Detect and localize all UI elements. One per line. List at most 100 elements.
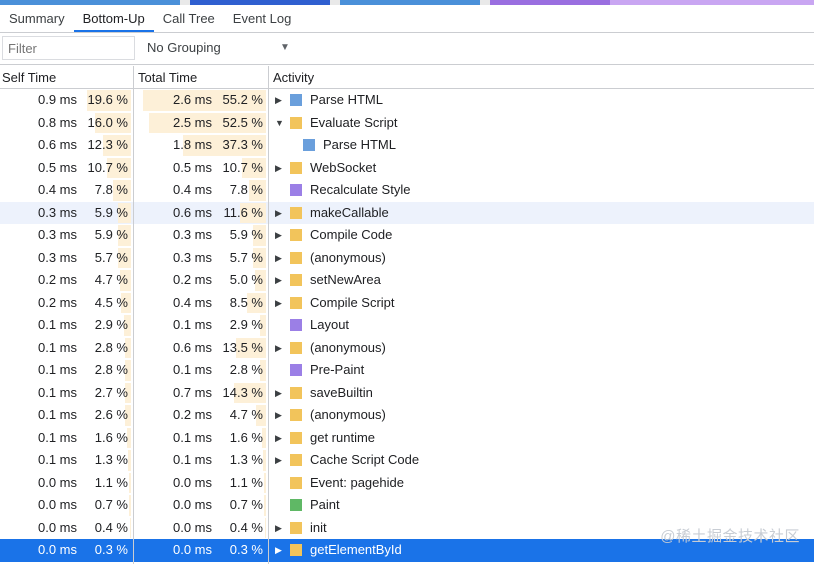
table-row[interactable]: 0.1 ms 2.9 % 0.1 ms 2.9 % Layout [0,314,814,337]
total-time-cell: 0.1 ms 1.6 % [136,427,266,450]
table-row[interactable]: 0.1 ms 2.8 % 0.6 ms 13.5 % ▶ (anonymous) [0,337,814,360]
activity-name: Layout [310,317,350,332]
self-time-ms: 0.3 ms [37,204,77,220]
total-time-percent: 14.3 % [222,384,263,400]
expand-triangle-icon[interactable]: ▶ [275,89,285,112]
self-time-percent: 10.7 % [87,159,128,175]
expand-triangle-icon[interactable]: ▶ [275,202,285,225]
total-time-percent: 8.5 % [229,294,263,310]
total-time-cell: 0.1 ms 2.8 % [136,359,266,382]
scripting-category-swatch-icon [290,476,302,489]
expand-triangle-icon[interactable]: ▶ [275,337,285,360]
table-row[interactable]: 0.5 ms 10.7 % 0.5 ms 10.7 % ▶ WebSocket [0,157,814,180]
scripting-category-swatch-icon [290,341,302,354]
expand-triangle-icon[interactable]: ▶ [275,292,285,315]
table-row[interactable]: 0.2 ms 4.5 % 0.4 ms 8.5 % ▶ Compile Script [0,292,814,315]
total-time-cell: 0.4 ms 7.8 % [136,179,266,202]
table-row[interactable]: 0.1 ms 2.6 % 0.2 ms 4.7 % ▶ (anonymous) [0,404,814,427]
activity-name: Event: pagehide [310,474,404,490]
self-time-cell: 0.0 ms 1.1 % [0,472,131,495]
total-time-cell: 0.0 ms 0.4 % [136,517,266,540]
activity-name: (anonymous) [310,407,386,422]
toolbar: No Grouping ▼ [0,33,814,65]
column-divider[interactable] [268,66,269,564]
column-header-self-time[interactable]: Self Time [0,66,132,88]
column-divider[interactable] [133,66,134,564]
expand-triangle-icon[interactable]: ▶ [275,517,285,540]
table-row[interactable]: 0.1 ms 2.7 % 0.7 ms 14.3 % ▶ saveBuiltin [0,382,814,405]
activity-name: Compile Script [310,294,395,310]
table-header: Self Time Total Time Activity [0,66,814,89]
expand-triangle-icon[interactable]: ▶ [275,247,285,270]
table-row[interactable]: 0.0 ms 0.7 % 0.0 ms 0.7 % Paint [0,494,814,517]
self-time-cell: 0.1 ms 2.9 % [0,314,131,337]
total-time-ms: 1.8 ms [172,137,212,152]
table-row[interactable]: 0.0 ms 1.1 % 0.0 ms 1.1 % Event: pagehide [0,472,814,495]
self-time-cell: 0.3 ms 5.9 % [0,202,131,225]
self-time-bar [128,450,131,471]
expand-triangle-icon[interactable]: ▶ [275,539,285,562]
expand-triangle-icon[interactable]: ▶ [275,427,285,450]
collapse-triangle-icon[interactable]: ▼ [275,112,285,135]
self-time-cell: 0.9 ms 19.6 % [0,89,131,112]
self-time-percent: 5.7 % [94,249,128,265]
table-row[interactable]: 0.8 ms 16.0 % 2.5 ms 52.5 % ▼ Evaluate Script [0,112,814,135]
tab-event-log[interactable]: Event Log [224,5,301,32]
tab-bottom-up[interactable]: Bottom-Up [73,5,154,32]
column-header-activity[interactable]: Activity [271,66,814,88]
expand-triangle-icon[interactable]: ▶ [275,404,285,427]
self-time-percent: 1.6 % [94,429,128,445]
table-row[interactable]: 0.2 ms 4.7 % 0.2 ms 5.0 % ▶ setNewArea [0,269,814,292]
table-row[interactable]: 0.1 ms 1.6 % 0.1 ms 1.6 % ▶ get runtime [0,427,814,450]
expand-triangle-icon[interactable]: ▶ [275,157,285,180]
total-time-percent: 55.2 % [222,92,263,107]
expand-triangle-icon[interactable]: ▶ [275,382,285,405]
table-row[interactable]: 0.9 ms 19.6 % 2.6 ms 55.2 % ▶ Parse HTML [0,89,814,112]
filter-input[interactable] [2,36,135,60]
total-time-ms: 0.2 ms [172,407,212,422]
total-time-cell: 0.2 ms 4.7 % [136,404,266,427]
total-time-bar [265,517,266,538]
self-time-ms: 0.2 ms [37,294,77,310]
scripting-category-swatch-icon [290,251,302,264]
scripting-category-swatch-icon [290,229,302,241]
table-row[interactable]: 0.3 ms 5.9 % 0.3 ms 5.9 % ▶ Compile Code [0,224,814,247]
self-time-ms: 0.6 ms [37,137,77,152]
self-time-ms: 0.0 ms [37,474,77,490]
self-time-cell: 0.1 ms 1.3 % [0,449,131,472]
table-row[interactable]: 0.1 ms 1.3 % 0.1 ms 1.3 % ▶ Cache Script Code [0,449,814,472]
activity-name: Parse HTML [310,92,383,107]
table-row[interactable]: 0.1 ms 2.8 % 0.1 ms 2.8 % Pre-Paint [0,359,814,382]
tab-summary[interactable]: Summary [0,5,74,32]
total-time-ms: 0.3 ms [172,227,212,242]
activity-name: makeCallable [310,204,389,220]
total-time-ms: 0.1 ms [172,362,212,377]
self-time-cell: 0.1 ms 2.7 % [0,382,131,405]
expand-triangle-icon[interactable]: ▶ [275,269,285,292]
total-time-ms: 0.1 ms [172,429,212,445]
total-time-ms: 0.4 ms [172,294,212,310]
watermark: @稀土掘金技术社区 [660,528,800,545]
activity-name: Compile Code [310,227,393,242]
activity-name: (anonymous) [310,249,386,265]
self-time-ms: 0.1 ms [37,429,77,445]
table-row[interactable]: 0.4 ms 7.8 % 0.4 ms 7.8 % Recalculate Style [0,179,814,202]
self-time-bar [129,495,131,516]
self-time-ms: 0.0 ms [37,542,77,557]
self-time-percent: 2.9 % [94,317,128,332]
expand-triangle-icon[interactable]: ▶ [275,224,285,247]
self-time-cell: 0.1 ms 1.6 % [0,427,131,450]
table-row[interactable]: 0.6 ms 12.3 % 1.8 ms 37.3 % Parse HTML [0,134,814,157]
loading-category-swatch-icon [290,94,302,106]
table-row[interactable]: 0.3 ms 5.7 % 0.3 ms 5.7 % ▶ (anonymous) [0,247,814,270]
activity-name: getElementById [310,542,402,557]
column-header-total-time[interactable]: Total Time [136,66,267,88]
grouping-dropdown[interactable]: No Grouping ▼ [147,36,297,60]
tab-call-tree[interactable]: Call Tree [154,5,224,32]
self-time-cell: 0.5 ms 10.7 % [0,157,131,180]
self-time-ms: 0.3 ms [37,249,77,265]
total-time-ms: 2.6 ms [172,92,212,107]
table-row[interactable]: 0.3 ms 5.9 % 0.6 ms 11.6 % ▶ makeCallable [0,201,814,225]
total-time-percent: 10.7 % [222,159,263,175]
expand-triangle-icon[interactable]: ▶ [275,449,285,472]
